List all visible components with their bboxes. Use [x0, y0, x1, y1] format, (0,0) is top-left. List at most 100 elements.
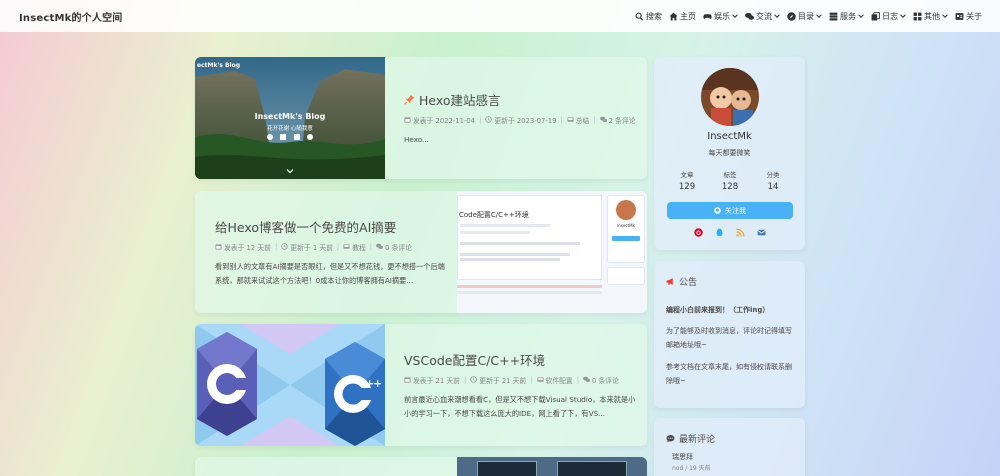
stat-tags[interactable]: 标签 128 — [711, 169, 749, 192]
copy-icon — [871, 11, 880, 20]
site-name[interactable]: InsectMk的个人空间 — [19, 9, 122, 24]
post-updated: 更新于 2023-07-19 — [494, 116, 557, 125]
post-meta: 发表于 2022-11-04 | 更新于 2023-07-19 | 总结 | 2… — [404, 115, 636, 125]
cover-blog-subtitle: 花开花谢 心随我意 — [267, 126, 313, 132]
post-excerpt: 看到别人的文章有AI摘要是否眼红，但是又不想花钱，更不想搭一个后端系统，那就来试… — [215, 261, 445, 285]
menu-entertainment[interactable]: 娱乐 — [703, 11, 738, 22]
history-icon — [281, 243, 289, 250]
id-card-icon — [955, 12, 964, 20]
announcement-line: 参考文档在文章末尾，如有侵权请联系删除哦~ — [666, 363, 792, 385]
chevron-down-icon — [774, 14, 780, 18]
menu-other[interactable]: 其他 — [913, 11, 948, 22]
comment-dots-icon — [666, 434, 675, 443]
chevron-down-icon — [816, 14, 822, 18]
rss-icon[interactable] — [736, 228, 745, 237]
chevron-down-icon — [900, 14, 906, 18]
github-icon — [714, 207, 721, 214]
menu-logs[interactable]: 日志 — [871, 11, 906, 22]
post-published: 发表于 12 天前 — [224, 243, 271, 252]
stat-label: 文章 — [680, 171, 694, 179]
recent-comments-title-text: 最新评论 — [679, 435, 716, 445]
post-info: VSCode配置C/C++环境 发表于 21 天前 | 更新于 21 天前 | … — [404, 324, 636, 446]
post-title[interactable]: 给Hexo博客做一个免费的AI摘要 — [215, 217, 447, 236]
post-card[interactable]: ectMk's Blog InsectMk's Blog 花开花谢 心随我意 H… — [195, 57, 647, 179]
recent-comments-title: 最新评论 — [666, 432, 715, 445]
author-card: InsectMk 每天都要微笑 文章 129 标签 128 分类 14 关注我 — [654, 57, 805, 250]
post-title[interactable]: VSCode配置C/C++环境 — [404, 350, 636, 369]
menu-entertainment-label: 娱乐 — [714, 11, 730, 21]
stat-label: 标签 — [723, 171, 737, 179]
menu-search-label: 搜索 — [646, 11, 662, 21]
cover-corner-text: ectMk's Blog — [197, 62, 240, 69]
stat-articles[interactable]: 文章 129 — [668, 169, 706, 192]
post-cover[interactable]: + + — [195, 324, 385, 446]
server-icon — [829, 12, 838, 20]
post-card[interactable]: + + VSCode配置C/C++环境 发表于 21 天前 | 更新于 21 天… — [195, 324, 647, 446]
post-cover[interactable]: ectMk's Blog InsectMk's Blog 花开花谢 心随我意 — [195, 57, 385, 179]
post-comments[interactable]: 0 条评论 — [385, 242, 412, 252]
cover-screenshot-main: Code配置C/C++环境 — [457, 195, 602, 280]
post-updated: 更新于 21 天前 — [479, 376, 527, 385]
announcement-headline: 编程小白前来报到！（工作ing） — [666, 306, 770, 314]
post-comments[interactable]: 0 条评论 — [592, 375, 619, 385]
post-category[interactable]: 软件配置 — [546, 375, 573, 385]
menu-communication-label: 交流 — [756, 11, 772, 21]
cpp-cover-image: + + — [195, 324, 385, 446]
compass-icon — [787, 11, 796, 21]
stat-value: 129 — [678, 182, 696, 192]
post-title[interactable]: Hexo建站感言 — [404, 90, 636, 109]
netease-music-icon[interactable] — [694, 228, 703, 237]
post-published: 发表于 2022-11-04 — [413, 116, 476, 125]
menu-other-label: 其他 — [924, 11, 940, 21]
post-excerpt: 前言最近心血来潮想看看C，但是又不想下载Visual Studio，本来就是小小… — [404, 394, 636, 418]
post-info: 给Hexo博客做一个免费的AI摘要 发表于 12 天前 | 更新于 1 天前 |… — [215, 191, 447, 313]
github-icon — [267, 134, 273, 140]
post-updated: 更新于 1 天前 — [290, 243, 333, 252]
cover-social-icons — [267, 134, 313, 140]
follow-button-label: 关注我 — [725, 206, 746, 215]
email-icon[interactable] — [757, 228, 766, 237]
follow-button[interactable]: 关注我 — [667, 202, 793, 219]
social-links — [694, 228, 766, 237]
menu-communication[interactable]: 交流 — [745, 11, 780, 22]
calendar-icon — [404, 117, 411, 123]
stat-categories[interactable]: 分类 14 — [754, 169, 792, 192]
home-icon — [669, 12, 678, 20]
post-cover[interactable] — [457, 457, 647, 476]
post-category[interactable]: 教程 — [352, 242, 366, 252]
menu-logs-label: 日志 — [882, 11, 898, 21]
menu-search[interactable]: 搜索 — [635, 11, 662, 22]
author-description: 每天都要微笑 — [708, 149, 751, 157]
menu-catalog[interactable]: 目录 — [787, 11, 822, 22]
comment-author[interactable]: 瑞思拜 — [672, 452, 693, 462]
pin-icon — [404, 94, 415, 105]
calendar-icon — [215, 244, 222, 250]
bullhorn-icon — [666, 278, 673, 285]
menu-home[interactable]: 主页 — [669, 11, 696, 22]
inbox-icon — [567, 117, 574, 122]
post-comments[interactable]: 2 条评论 — [609, 115, 636, 125]
post-card[interactable] — [195, 457, 647, 476]
game-icon — [703, 13, 712, 19]
chevron-down-icon — [732, 14, 738, 18]
avatar[interactable] — [701, 68, 759, 126]
main-menu: 搜索 主页 娱乐 交流 目录 服务 日志 其他 关于 — [628, 11, 982, 22]
chevron-down-icon — [858, 14, 864, 18]
chevron-down-icon — [942, 14, 948, 18]
post-meta: 发表于 21 天前 | 更新于 21 天前 | 软件配置 | 0 条评论 — [404, 375, 636, 385]
post-card[interactable]: 给Hexo博客做一个免费的AI摘要 发表于 12 天前 | 更新于 1 天前 |… — [195, 191, 647, 313]
comment-meta: nod / 19 天前 — [672, 465, 711, 472]
cover-avatar — [616, 200, 636, 220]
menu-services[interactable]: 服务 — [829, 11, 864, 22]
menu-about[interactable]: 关于 — [955, 11, 982, 22]
post-cover[interactable]: Code配置C/C++环境 InsectMk — [457, 191, 647, 313]
chevron-down-icon — [286, 169, 294, 174]
book-icon — [280, 134, 287, 140]
top-navbar: InsectMk的个人空间 搜索 主页 娱乐 交流 目录 服务 日志 其他 关于 — [0, 0, 1000, 32]
qq-icon[interactable] — [715, 228, 724, 237]
avatar-image — [701, 68, 759, 126]
post-category[interactable]: 总结 — [576, 115, 590, 125]
stat-label: 分类 — [766, 171, 780, 179]
post-excerpt: Hexo... — [404, 134, 429, 144]
author-stats: 文章 129 标签 128 分类 14 — [668, 169, 792, 192]
